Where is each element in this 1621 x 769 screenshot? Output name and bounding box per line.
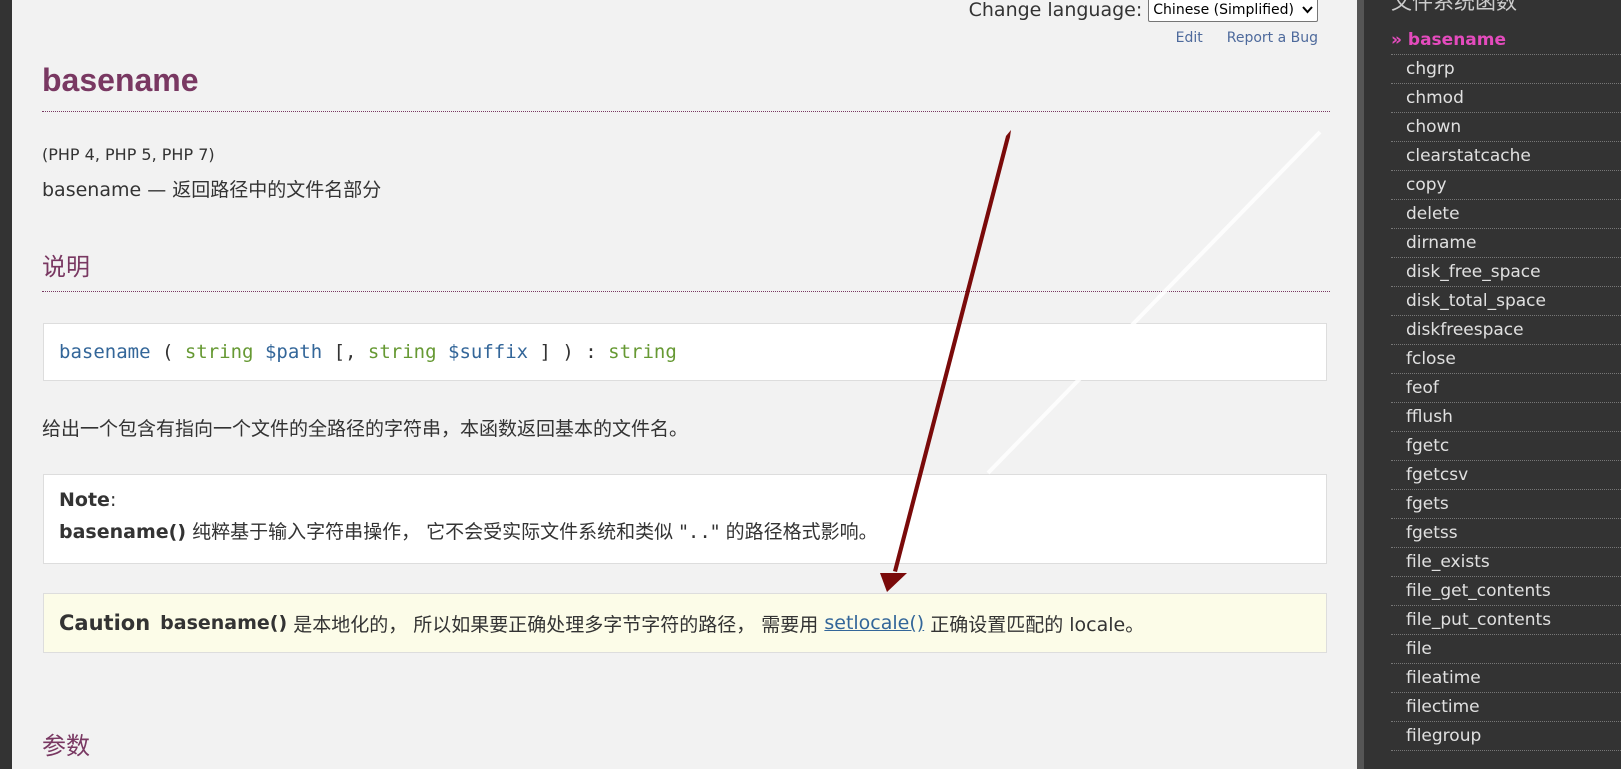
note-text-before: 纯粹基于输入字符串操作， 它不会受实际文件系统和类似 " xyxy=(186,521,688,543)
edit-link[interactable]: Edit xyxy=(1176,30,1203,46)
edit-links: Edit Report a Bug xyxy=(1176,30,1318,46)
language-select-value: Chinese (Simplified) xyxy=(1153,2,1294,18)
signature-function: basename xyxy=(59,341,151,363)
note-code: .. xyxy=(687,521,711,543)
sidebar-heading: 文件系统函数 xyxy=(1391,0,1517,14)
note-title: Note xyxy=(59,489,110,511)
sidebar-item[interactable]: fflush xyxy=(1391,403,1621,432)
main-content: Change language: Chinese (Simplified) Ed… xyxy=(12,0,1357,769)
sidebar-item[interactable]: fgetss xyxy=(1391,519,1621,548)
signature-bracket-close: ] ) : xyxy=(528,341,609,363)
sidebar-item[interactable]: fgetcsv xyxy=(1391,461,1621,490)
sidebar-item[interactable]: file_get_contents xyxy=(1391,577,1621,606)
setlocale-link[interactable]: setlocale() xyxy=(824,612,924,634)
description-paragraph: 给出一个包含有指向一个文件的全路径的字符串，本函数返回基本的文件名。 xyxy=(42,418,689,440)
title-divider xyxy=(42,111,1330,112)
note-text-after: " 的路径格式影响。 xyxy=(710,521,878,543)
sidebar-item[interactable]: chmod xyxy=(1391,84,1621,113)
sidebar-item[interactable]: feof xyxy=(1391,374,1621,403)
caution-box: Caution basename() 是本地化的， 所以如果要正确处理多字节字符… xyxy=(43,593,1327,653)
signature-return-type: string xyxy=(608,341,677,363)
language-select[interactable]: Chinese (Simplified) xyxy=(1148,0,1318,22)
change-language-row: Change language: Chinese (Simplified) xyxy=(969,0,1318,22)
caution-function-name: basename() xyxy=(160,612,288,634)
sidebar-item[interactable]: file xyxy=(1391,635,1621,664)
page-title: basename xyxy=(42,62,199,98)
sidebar-item[interactable]: file_put_contents xyxy=(1391,606,1621,635)
caution-title: Caution xyxy=(59,611,151,635)
sidebar-item[interactable]: chown xyxy=(1391,113,1621,142)
left-page-edge xyxy=(0,0,12,769)
sidebar-item[interactable]: fgetc xyxy=(1391,432,1621,461)
chevron-down-icon xyxy=(1302,6,1313,14)
sidebar-item[interactable]: file_exists xyxy=(1391,548,1621,577)
sidebar-item[interactable]: fclose xyxy=(1391,345,1621,374)
note-function-name: basename() xyxy=(59,521,187,543)
sidebar-item[interactable]: chgrp xyxy=(1391,55,1621,84)
version-info: (PHP 4, PHP 5, PHP 7) xyxy=(42,145,215,164)
sidebar-item[interactable]: dirname xyxy=(1391,229,1621,258)
signature-var-path: $path xyxy=(264,341,323,363)
sidebar: 文件系统函数 » basename chgrp chmod chown clearsta… xyxy=(1364,0,1621,769)
section-heading-description: 说明 xyxy=(42,253,90,281)
change-language-label: Change language: xyxy=(968,0,1143,21)
sidebar-item[interactable]: filegroup xyxy=(1391,722,1621,751)
section-heading-parameters: 参数 xyxy=(42,732,90,760)
caution-text-after: 正确设置匹配的 locale。 xyxy=(924,613,1145,636)
method-synopsis: basename ( string $path [, string $suffi… xyxy=(43,323,1327,381)
sidebar-item[interactable]: clearstatcache xyxy=(1391,142,1621,171)
signature-type-path: string xyxy=(184,341,254,363)
signature-var-suffix: $suffix xyxy=(448,341,529,363)
signature-open: ( xyxy=(150,341,185,363)
sidebar-item[interactable]: copy xyxy=(1391,171,1621,200)
sidebar-list: » basename chgrp chmod chown clearstatcache c… xyxy=(1391,26,1621,751)
sidebar-item[interactable]: filectime xyxy=(1391,693,1621,722)
report-bug-link[interactable]: Report a Bug xyxy=(1227,30,1318,46)
ref-purpose: basename — 返回路径中的文件名部分 xyxy=(42,179,382,201)
signature-type-suffix: string xyxy=(367,341,437,363)
section-divider xyxy=(42,291,1330,292)
sidebar-item[interactable]: delete xyxy=(1391,200,1621,229)
sidebar-divider xyxy=(1357,0,1364,769)
sidebar-item[interactable]: disk_free_space xyxy=(1391,258,1621,287)
caution-text-before: 是本地化的， 所以如果要正确处理多字节字符的路径， 需要用 xyxy=(287,613,825,636)
signature-bracket-open: [, xyxy=(322,341,368,363)
sidebar-item[interactable]: disk_total_space xyxy=(1391,287,1621,316)
sidebar-item[interactable]: diskfreespace xyxy=(1391,316,1621,345)
sidebar-item-current[interactable]: » basename xyxy=(1391,26,1621,55)
sidebar-item[interactable]: fileatime xyxy=(1391,664,1621,693)
note-box: Note: basename() 纯粹基于输入字符串操作， 它不会受实际文件系统… xyxy=(43,474,1327,564)
sidebar-item[interactable]: fgets xyxy=(1391,490,1621,519)
note-colon: : xyxy=(109,489,117,511)
